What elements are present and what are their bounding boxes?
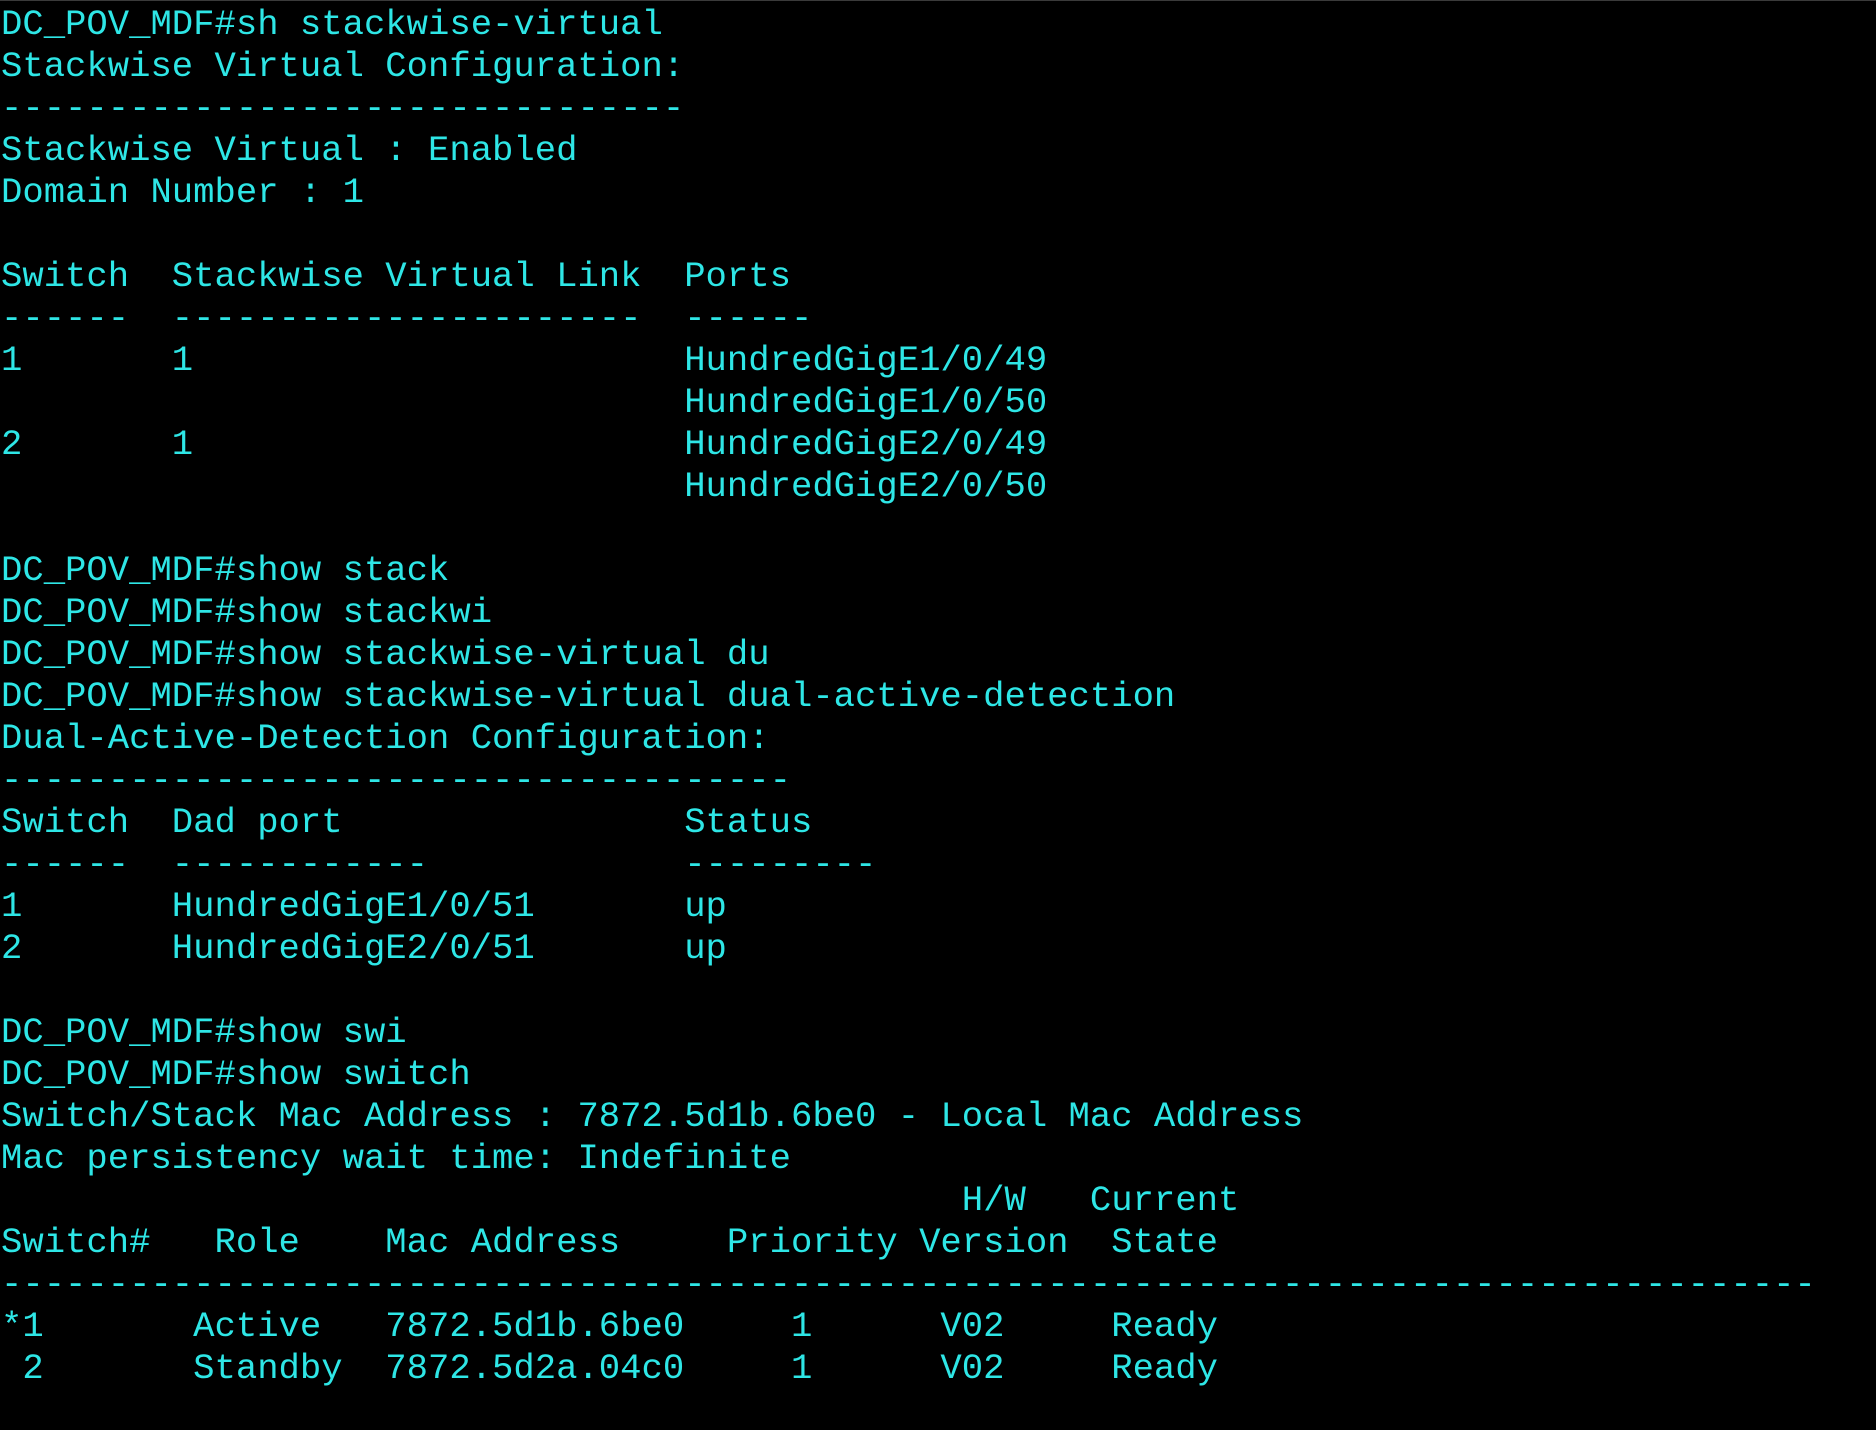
- terminal-line: 2 HundredGigE2/0/51 up: [1, 928, 727, 969]
- terminal-line: 1 1 HundredGigE1/0/49: [1, 340, 1048, 381]
- terminal-line: HundredGigE2/0/50: [1, 466, 1048, 507]
- terminal-line: 2 Standby 7872.5d2a.04c0 1 V02 Ready: [1, 1348, 1218, 1389]
- terminal-line: 1 HundredGigE1/0/51 up: [1, 886, 727, 927]
- terminal-line: Switch Dad port Status: [1, 802, 813, 843]
- terminal-line: DC_POV_MDF#sh stackwise-virtual: [1, 4, 663, 45]
- terminal-line: DC_POV_MDF#show switch: [1, 1054, 471, 1095]
- terminal-line: Switch Stackwise Virtual Link Ports: [1, 256, 791, 297]
- terminal-line: Stackwise Virtual Configuration:: [1, 46, 685, 87]
- terminal-line: DC_POV_MDF#show stackwise-virtual du: [1, 634, 770, 675]
- terminal-line: HundredGigE1/0/50: [1, 382, 1048, 423]
- terminal-line: H/W Current: [1, 1180, 1240, 1221]
- terminal-line: --------------------------------: [1, 88, 685, 129]
- terminal-line: DC_POV_MDF#show stackwi: [1, 592, 493, 633]
- terminal-line: Switch# Role Mac Address Priority Versio…: [1, 1222, 1218, 1263]
- terminal-line: DC_POV_MDF#show swi: [1, 1012, 407, 1053]
- terminal-line: -------------------------------------: [1, 760, 791, 801]
- terminal-line: DC_POV_MDF#show stack: [1, 550, 450, 591]
- terminal-line: ------ ---------------------- ------: [1, 298, 813, 339]
- terminal-line: ------ ------------ ---------: [1, 844, 877, 885]
- terminal-window[interactable]: DC_POV_MDF#sh stackwise-virtual Stackwise…: [0, 0, 1876, 1430]
- terminal-output: DC_POV_MDF#sh stackwise-virtual Stackwise…: [0, 1, 1876, 1390]
- terminal-line: Switch/Stack Mac Address : 7872.5d1b.6be…: [1, 1096, 1304, 1137]
- terminal-line: Mac persistency wait time: Indefinite: [1, 1138, 791, 1179]
- terminal-line: ----------------------------------------…: [1, 1264, 1816, 1305]
- terminal-line: DC_POV_MDF#show stackwise-virtual dual-a…: [1, 676, 1176, 717]
- terminal-line: Domain Number : 1: [1, 172, 364, 213]
- terminal-line: Stackwise Virtual : Enabled: [1, 130, 578, 171]
- terminal-line: Dual-Active-Detection Configuration:: [1, 718, 770, 759]
- terminal-line: 2 1 HundredGigE2/0/49: [1, 424, 1048, 465]
- terminal-line: *1 Active 7872.5d1b.6be0 1 V02 Ready: [1, 1306, 1218, 1347]
